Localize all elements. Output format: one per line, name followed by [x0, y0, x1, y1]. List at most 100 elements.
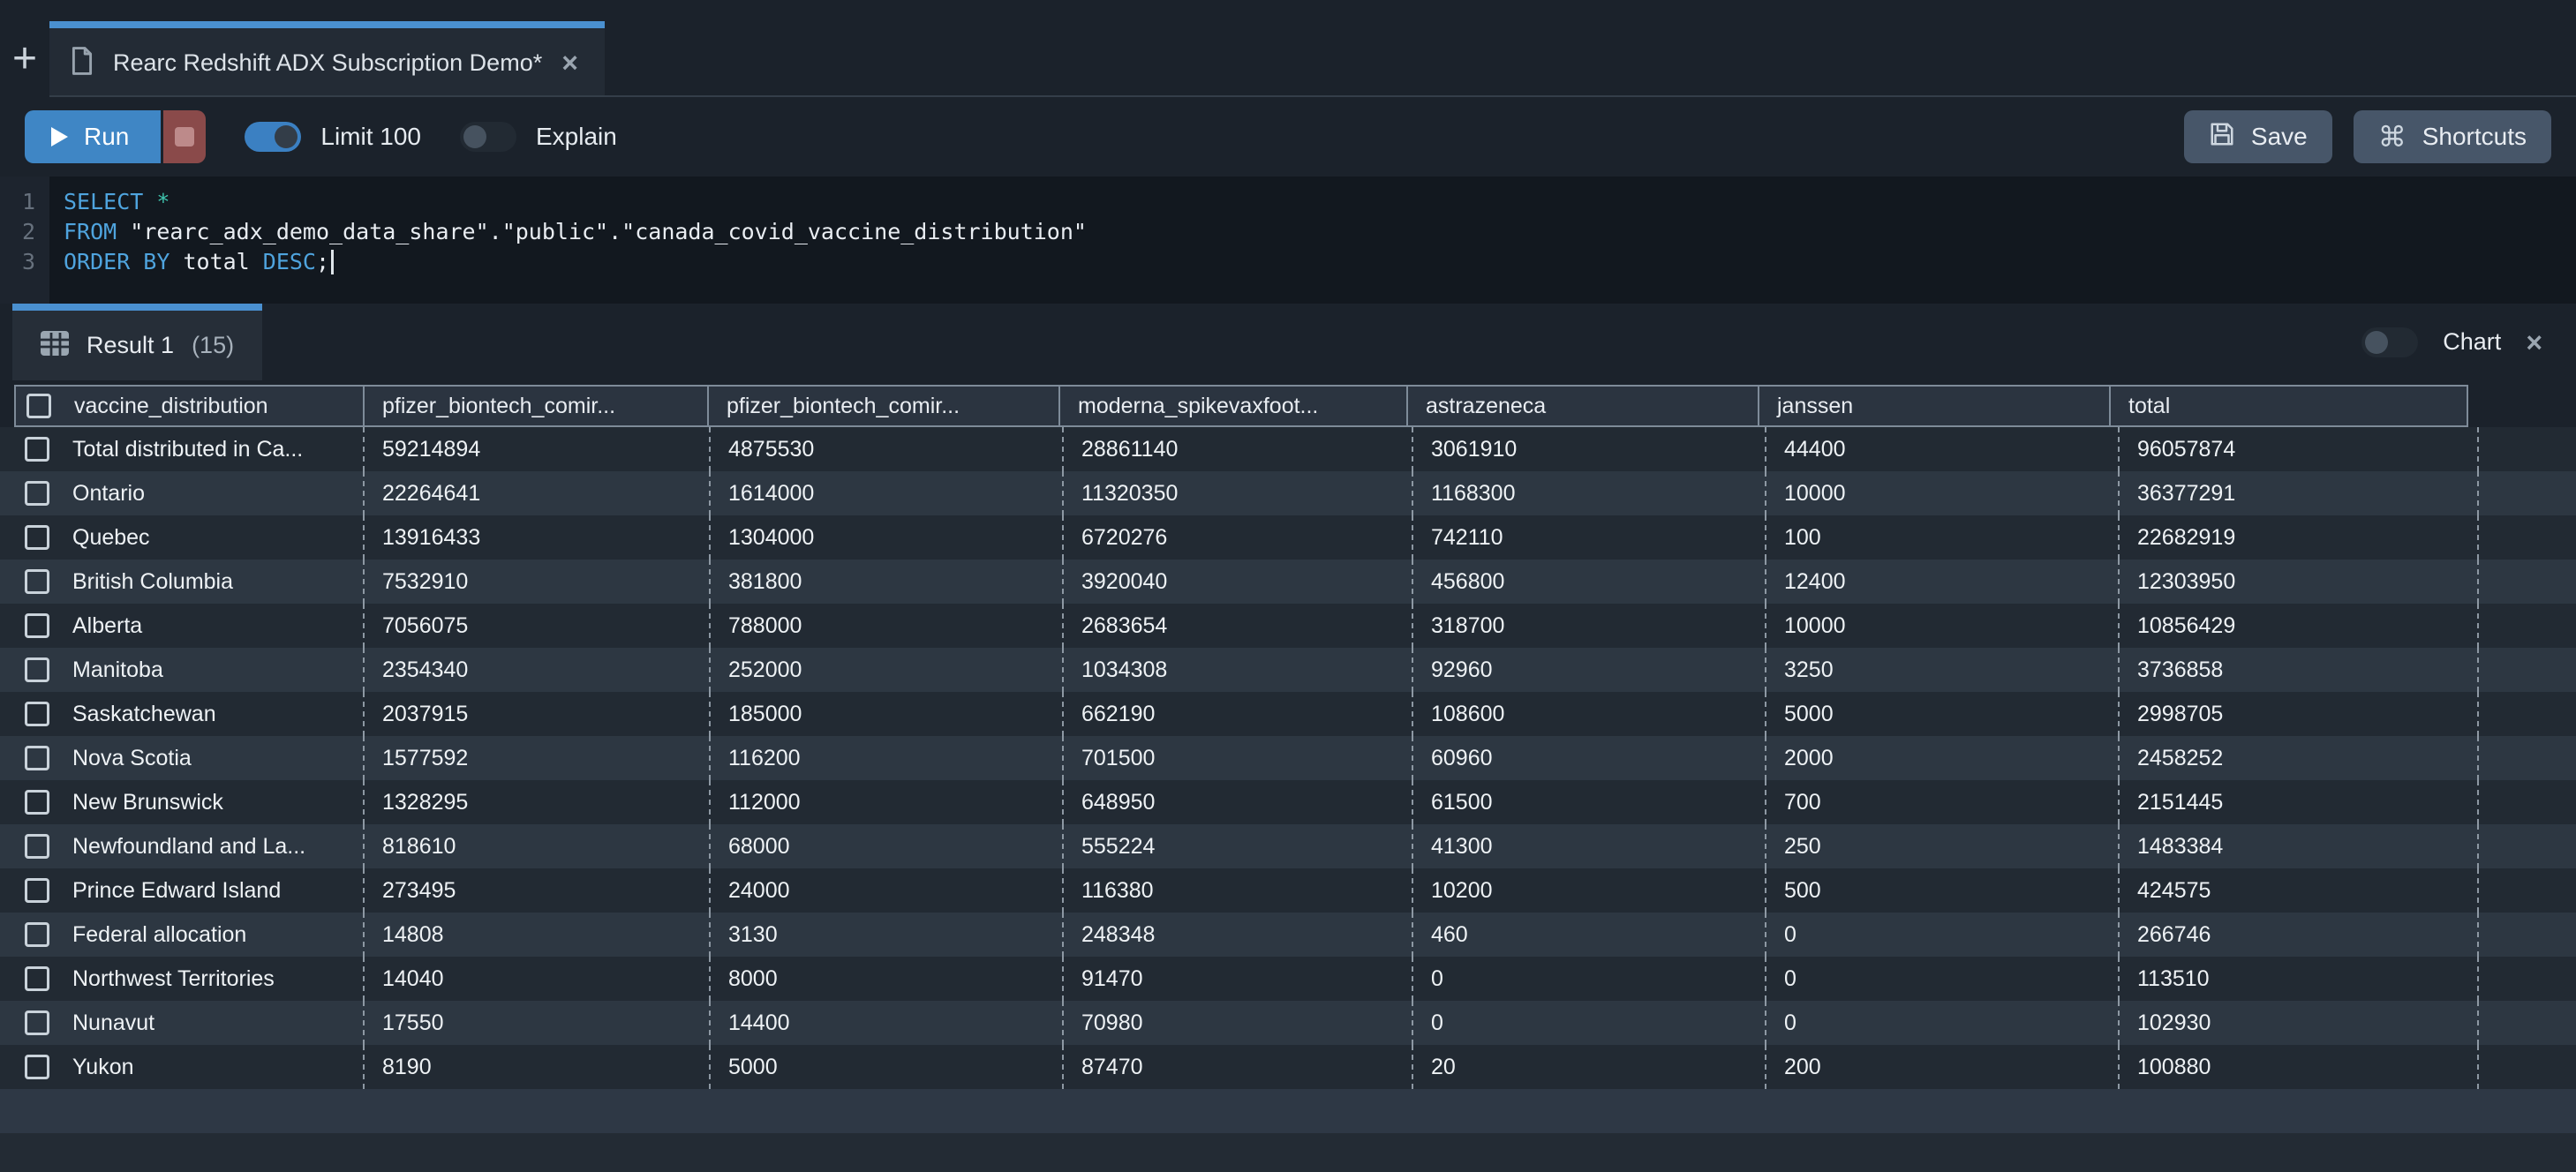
- results-tab-bar: Result 1 (15) Chart ×: [0, 304, 2576, 380]
- table-cell: 44400: [1766, 427, 2120, 471]
- row-checkbox[interactable]: [25, 437, 49, 462]
- save-button[interactable]: Save: [2184, 110, 2332, 163]
- cell-value: 250: [1784, 834, 1821, 860]
- table-row[interactable]: Nunavut17550144007098000102930: [0, 1001, 2576, 1045]
- line-number: 2: [0, 217, 35, 247]
- row-checkbox[interactable]: [25, 746, 49, 770]
- table-row[interactable]: New Brunswick132829511200064895061500700…: [0, 780, 2576, 824]
- row-checkbox[interactable]: [25, 657, 49, 682]
- cell-value: 3736858: [2137, 657, 2223, 683]
- table-cell: 2037915: [365, 692, 711, 736]
- line-number: 1: [0, 187, 35, 217]
- cell-value: 3061910: [1431, 437, 1517, 462]
- table-row[interactable]: British Columbia753291038180039200404568…: [0, 560, 2576, 604]
- explain-toggle[interactable]: [460, 122, 516, 152]
- table-row[interactable]: Total distributed in Ca...59214894487553…: [0, 427, 2576, 471]
- table-row[interactable]: Ontario222646411614000113203501168300100…: [0, 471, 2576, 515]
- cell-value: 2037915: [382, 702, 468, 727]
- column-header[interactable]: vaccine_distribution: [14, 385, 365, 427]
- table-cell: 648950: [1064, 780, 1413, 824]
- shortcuts-button[interactable]: ⌘ Shortcuts: [2354, 110, 2551, 163]
- cell-value: 24000: [728, 878, 790, 904]
- table-row[interactable]: Federal allocation1480831302483484600266…: [0, 913, 2576, 957]
- column-header[interactable]: astrazeneca: [1406, 385, 1759, 427]
- table-cell: 22264641: [365, 471, 711, 515]
- row-checkbox[interactable]: [25, 790, 49, 815]
- column-header[interactable]: moderna_spikevaxfoot...: [1058, 385, 1408, 427]
- close-tab-icon[interactable]: ×: [561, 49, 578, 77]
- row-checkbox[interactable]: [25, 1010, 49, 1035]
- sql-editor[interactable]: 123 SELECT *FROM "rearc_adx_demo_data_sh…: [0, 177, 2576, 304]
- results-panel: Result 1 (15) Chart × vaccine_distributi…: [0, 304, 2576, 1172]
- table-row[interactable]: Newfoundland and La...818610680005552244…: [0, 824, 2576, 868]
- table-row[interactable]: Manitoba23543402520001034308929603250373…: [0, 648, 2576, 692]
- editor-code[interactable]: SELECT *FROM "rearc_adx_demo_data_share"…: [49, 177, 2576, 304]
- toggle-knob: [2365, 331, 2388, 354]
- column-header[interactable]: pfizer_biontech_comir...: [707, 385, 1060, 427]
- sql-token: SELECT: [64, 189, 156, 214]
- table-row[interactable]: Northwest Territories1404080009147000113…: [0, 957, 2576, 1001]
- table-cell: 8190: [365, 1045, 711, 1089]
- new-tab-button[interactable]: +: [0, 21, 49, 97]
- table-cell: 11320350: [1064, 471, 1413, 515]
- table-cell: 91470: [1064, 957, 1413, 1001]
- table-row[interactable]: Alberta705607578800026836543187001000010…: [0, 604, 2576, 648]
- run-button[interactable]: Run: [25, 110, 161, 163]
- cell-value: 41300: [1431, 834, 1493, 860]
- table-cell: 36377291: [2120, 471, 2479, 515]
- column-header[interactable]: total: [2109, 385, 2468, 427]
- row-checkbox[interactable]: [25, 834, 49, 859]
- column-header[interactable]: janssen: [1758, 385, 2111, 427]
- table-cell: 102930: [2120, 1001, 2479, 1045]
- row-label: Alberta: [72, 613, 142, 639]
- table-cell: 12400: [1766, 560, 2120, 604]
- result-tab[interactable]: Result 1 (15): [12, 304, 262, 380]
- close-results-icon[interactable]: ×: [2526, 328, 2542, 357]
- table-body: Total distributed in Ca...59214894487553…: [0, 427, 2576, 1089]
- chart-toggle[interactable]: [2361, 327, 2418, 357]
- row-checkbox[interactable]: [25, 1055, 49, 1079]
- table-row[interactable]: Nova Scotia15775921162007015006096020002…: [0, 736, 2576, 780]
- table-row[interactable]: Saskatchewan2037915185000662190108600500…: [0, 692, 2576, 736]
- column-header[interactable]: pfizer_biontech_comir...: [363, 385, 709, 427]
- code-line: SELECT *: [64, 187, 2576, 217]
- table-cell: 3250: [1766, 648, 2120, 692]
- table-cell: 460: [1413, 913, 1766, 957]
- stop-button[interactable]: [163, 110, 206, 163]
- row-checkbox[interactable]: [25, 878, 49, 903]
- table-cell: 424575: [2120, 868, 2479, 913]
- row-checkbox[interactable]: [25, 481, 49, 506]
- cell-value: 96057874: [2137, 437, 2235, 462]
- cell-value: 70980: [1081, 1010, 1143, 1036]
- row-checkbox[interactable]: [25, 525, 49, 550]
- limit-toggle[interactable]: [245, 122, 301, 152]
- table-cell: Prince Edward Island: [14, 868, 365, 913]
- table-cell: 273495: [365, 868, 711, 913]
- row-checkbox[interactable]: [25, 613, 49, 638]
- row-checkbox[interactable]: [25, 569, 49, 594]
- column-header-label: janssen: [1777, 394, 1853, 419]
- table-row[interactable]: Prince Edward Island27349524000116380102…: [0, 868, 2576, 913]
- select-all-checkbox[interactable]: [26, 394, 51, 418]
- table-cell: 2998705: [2120, 692, 2479, 736]
- table-cell: 6720276: [1064, 515, 1413, 560]
- table-cell: 13916433: [365, 515, 711, 560]
- table-cell: 700: [1766, 780, 2120, 824]
- table-row[interactable]: Yukon819050008747020200100880: [0, 1045, 2576, 1089]
- cell-value: 6720276: [1081, 525, 1167, 551]
- cell-value: 1304000: [728, 525, 814, 551]
- table-cell: 92960: [1413, 648, 1766, 692]
- table-row[interactable]: Quebec1391643313040006720276742110100226…: [0, 515, 2576, 560]
- file-tab-active[interactable]: Rearc Redshift ADX Subscription Demo* ×: [49, 21, 605, 97]
- row-checkbox[interactable]: [25, 966, 49, 991]
- row-label: Federal allocation: [72, 922, 246, 948]
- cell-value: 10000: [1784, 613, 1846, 639]
- row-checkbox[interactable]: [25, 922, 49, 947]
- tabbar-divider: [49, 95, 2576, 97]
- table-cell: 2458252: [2120, 736, 2479, 780]
- table-footer-strip: [0, 1089, 2576, 1133]
- shortcuts-button-label: Shortcuts: [2422, 123, 2527, 151]
- row-checkbox[interactable]: [25, 702, 49, 726]
- table-cell: 61500: [1413, 780, 1766, 824]
- table-cell: 456800: [1413, 560, 1766, 604]
